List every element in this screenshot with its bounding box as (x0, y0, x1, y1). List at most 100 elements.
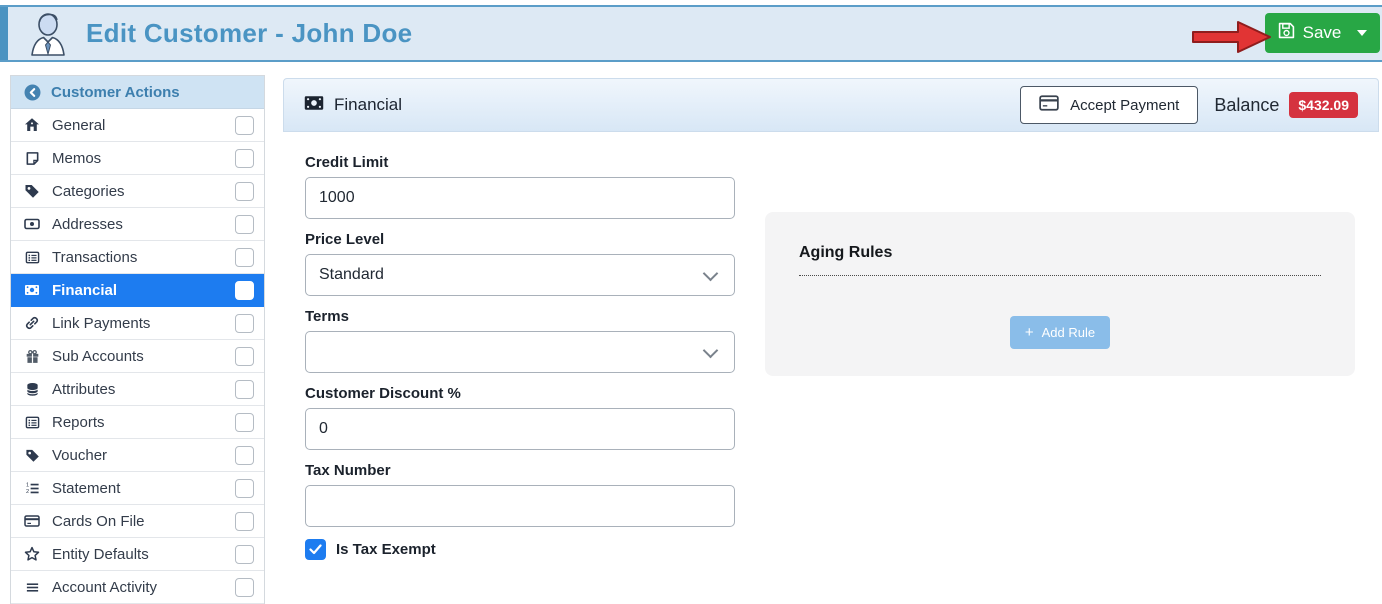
sidebar-item-attributes[interactable]: Attributes (11, 373, 264, 406)
save-button-label: Save (1303, 23, 1342, 43)
customer-discount-label: Customer Discount % (305, 385, 735, 402)
sidebar-checkbox[interactable] (235, 281, 254, 300)
aging-rules-title: Aging Rules (799, 244, 1321, 276)
tax-number-label: Tax Number (305, 462, 735, 479)
page-title: Edit Customer - John Doe (86, 18, 412, 49)
price-level-label: Price Level (305, 231, 735, 248)
tag-icon (23, 183, 41, 199)
panel-title: Financial (334, 95, 402, 115)
sidebar-item-voucher[interactable]: Voucher (11, 439, 264, 472)
credit-limit-input[interactable] (305, 177, 735, 219)
add-rule-button[interactable]: + Add Rule (1010, 316, 1110, 349)
tax-number-input[interactable] (305, 485, 735, 527)
aging-rules-card: Aging Rules + Add Rule (765, 212, 1355, 376)
sidebar-checkbox[interactable] (235, 347, 254, 366)
sidebar-checkbox[interactable] (235, 215, 254, 234)
sidebar-item-label: Attributes (52, 381, 224, 398)
balance-label: Balance (1214, 95, 1279, 116)
sidebar-checkbox[interactable] (235, 545, 254, 564)
credit-card-icon (23, 513, 41, 529)
sidebar-item-general[interactable]: General (11, 109, 264, 142)
chevron-down-icon (703, 343, 719, 359)
sidebar-checkbox[interactable] (235, 116, 254, 135)
money-icon (304, 95, 324, 116)
credit-limit-label: Credit Limit (305, 154, 735, 171)
caret-down-icon (1357, 30, 1367, 36)
sidebar-item-addresses[interactable]: Addresses (11, 208, 264, 241)
sidebar-item-label: Financial (52, 282, 224, 299)
svg-text:2: 2 (25, 489, 28, 495)
sidebar-item-entity-defaults[interactable]: Entity Defaults (11, 538, 264, 571)
memo-icon (23, 151, 41, 166)
financial-panel-body: Credit Limit Price Level Standard Terms … (283, 132, 1379, 560)
database-icon (23, 382, 41, 397)
sidebar-checkbox[interactable] (235, 248, 254, 267)
terms-select[interactable] (305, 331, 735, 373)
sidebar-item-label: Voucher (52, 447, 224, 464)
sidebar-item-financial[interactable]: Financial (11, 274, 264, 307)
sidebar-item-transactions[interactable]: Transactions (11, 241, 264, 274)
sidebar-checkbox[interactable] (235, 380, 254, 399)
sidebar-checkbox[interactable] (235, 149, 254, 168)
sidebar-item-label: Entity Defaults (52, 546, 224, 563)
sidebar-item-memos[interactable]: Memos (11, 142, 264, 175)
sidebar-header-label: Customer Actions (51, 84, 180, 101)
sidebar-checkbox[interactable] (235, 446, 254, 465)
sidebar-checkbox[interactable] (235, 512, 254, 531)
sidebar-item-label: Transactions (52, 249, 224, 266)
sidebar-checkbox[interactable] (235, 413, 254, 432)
sidebar-item-sub-accounts[interactable]: Sub Accounts (11, 340, 264, 373)
sidebar-checkbox[interactable] (235, 314, 254, 333)
is-tax-exempt-checkbox[interactable] (305, 539, 326, 560)
sidebar-item-label: Categories (52, 183, 224, 200)
sidebar-item-statement[interactable]: 12 Statement (11, 472, 264, 505)
financial-panel: Financial Accept Payment Balance $432.09… (283, 78, 1379, 604)
person-icon (26, 11, 70, 57)
balance-badge: $432.09 (1289, 92, 1358, 118)
sidebar-item-cards-on-file[interactable]: Cards On File (11, 505, 264, 538)
list-icon (23, 415, 41, 430)
credit-card-icon (1039, 95, 1059, 115)
sidebar-item-account-activity[interactable]: Account Activity (11, 571, 264, 604)
money-icon (23, 282, 41, 298)
customer-discount-input[interactable] (305, 408, 735, 450)
sidebar-header: Customer Actions (11, 76, 264, 109)
sidebar-item-label: Statement (52, 480, 224, 497)
sidebar-item-label: General (52, 117, 224, 134)
terms-label: Terms (305, 308, 735, 325)
sidebar-item-link-payments[interactable]: Link Payments (11, 307, 264, 340)
bars-icon (23, 580, 41, 595)
back-circle-icon[interactable] (23, 84, 41, 101)
annotation-arrow-icon (1191, 19, 1273, 55)
sidebar-item-label: Sub Accounts (52, 348, 224, 365)
money-bill-icon (23, 216, 41, 232)
svg-text:1: 1 (25, 482, 28, 488)
gift-icon (23, 349, 41, 364)
page-header: Edit Customer - John Doe (0, 5, 1382, 62)
tag-solid-icon (23, 448, 41, 463)
add-rule-label: Add Rule (1042, 325, 1095, 340)
sidebar-item-categories[interactable]: Categories (11, 175, 264, 208)
sidebar-item-label: Memos (52, 150, 224, 167)
customer-actions-sidebar: Customer Actions General Memos Categorie… (10, 75, 265, 604)
home-icon (23, 117, 41, 133)
sidebar-item-label: Link Payments (52, 315, 224, 332)
price-level-value: Standard (319, 266, 384, 284)
price-level-select[interactable]: Standard (305, 254, 735, 296)
accept-payment-button[interactable]: Accept Payment (1020, 86, 1198, 124)
is-tax-exempt-label: Is Tax Exempt (336, 541, 436, 558)
sidebar-item-label: Reports (52, 414, 224, 431)
sidebar-item-label: Cards On File (52, 513, 224, 530)
sidebar-item-label: Account Activity (52, 579, 224, 596)
plus-icon: + (1025, 324, 1034, 341)
sidebar-checkbox[interactable] (235, 182, 254, 201)
accept-payment-label: Accept Payment (1070, 97, 1179, 114)
list-icon (23, 250, 41, 265)
floppy-disk-icon (1278, 22, 1295, 44)
sidebar-checkbox[interactable] (235, 578, 254, 597)
sidebar-checkbox[interactable] (235, 479, 254, 498)
sidebar-item-reports[interactable]: Reports (11, 406, 264, 439)
sidebar-item-label: Addresses (52, 216, 224, 233)
save-button[interactable]: Save (1265, 13, 1380, 53)
chevron-down-icon (703, 266, 719, 282)
